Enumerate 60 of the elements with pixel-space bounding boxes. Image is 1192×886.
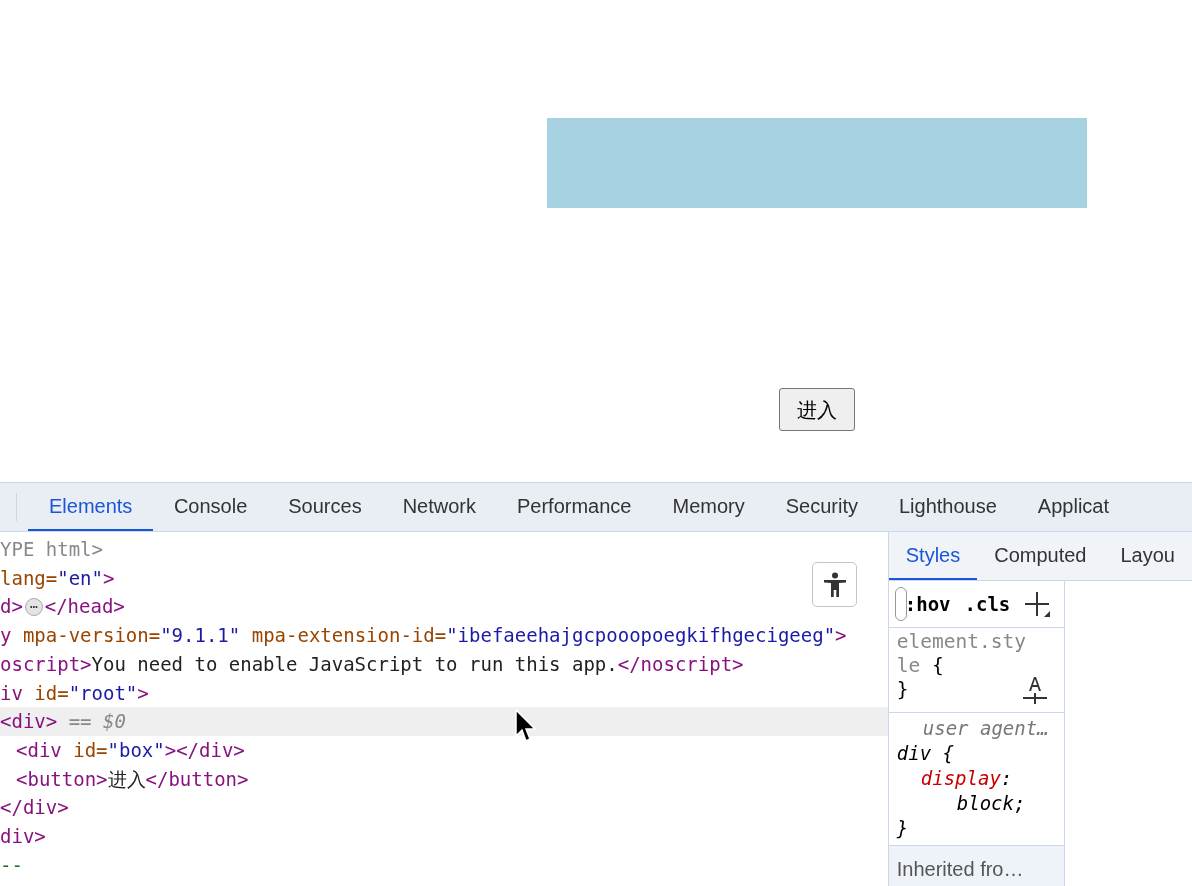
tag-text: </button>: [145, 766, 249, 792]
plus-icon[interactable]: [1024, 591, 1051, 617]
sidebar-tab[interactable]: Computed: [977, 532, 1104, 580]
devtools-tab[interactable]: Applicat: [1017, 483, 1130, 531]
comment-text: --: [0, 852, 23, 878]
content-text: 进入: [107, 766, 146, 792]
rule-origin[interactable]: user agent…: [896, 716, 1049, 741]
class-toggle[interactable]: .cls: [964, 589, 1011, 619]
attribute-value: "box": [107, 737, 165, 763]
tag-text: oscript>: [0, 651, 92, 677]
selected-row[interactable]: <div> == $0: [0, 707, 888, 736]
tag-text: ></div>: [164, 737, 245, 763]
attribute-value: "9.1.1": [160, 623, 241, 649]
devtools-tab[interactable]: Performance: [496, 483, 652, 531]
doctype-text: YPE html>: [0, 537, 103, 563]
tag-text: >: [137, 680, 149, 706]
enter-button[interactable]: 进入: [779, 388, 855, 431]
devtools-tab[interactable]: Sources: [267, 483, 383, 531]
tag-text: div>: [0, 823, 46, 849]
tag-text: y: [0, 623, 12, 649]
tag-text: >: [102, 565, 115, 591]
devtools-tab[interactable]: Console: [153, 483, 268, 531]
rule-selector: div {: [896, 741, 954, 766]
hover-toggle[interactable]: :hov: [904, 589, 951, 619]
tag-text: <button>: [16, 766, 108, 792]
devtools-tab[interactable]: Lighthouse: [878, 483, 1018, 531]
tag-text: iv: [0, 680, 23, 706]
doctype-text: ==: [67, 709, 93, 735]
tag-text: </div>: [0, 795, 69, 821]
node-reference: $0: [102, 709, 126, 735]
font-editor-icon[interactable]: [1021, 674, 1048, 704]
attribute-value: "root": [68, 680, 138, 706]
attribute-name: mpa-extension-id=: [250, 623, 447, 649]
content-text: You need to enable JavaScript to run this app.: [91, 651, 618, 677]
sidebar-tab[interactable]: Styles: [888, 532, 978, 580]
brace: }: [896, 816, 909, 841]
devtools-tab[interactable]: Memory: [652, 483, 766, 531]
devtools-tab[interactable]: Network: [382, 483, 497, 531]
attribute-value: "en": [57, 565, 103, 591]
attribute-name: mpa-version=: [21, 623, 161, 649]
devtools-tab[interactable]: Security: [765, 483, 879, 531]
expand-button[interactable]: ⋯: [24, 597, 43, 616]
tag-text: >: [835, 623, 847, 649]
tag-text: </noscript>: [617, 651, 744, 677]
attribute-value: "ibefaeehajgcpooopoegkifhgecigeeg": [446, 623, 836, 649]
tag-text: d>: [0, 594, 23, 620]
attribute-name: id=: [72, 737, 108, 763]
tag-text: <div>: [0, 709, 58, 735]
attribute-name: lang=: [0, 565, 58, 591]
attribute-name: id=: [33, 680, 69, 706]
rule-selector: element.style {: [896, 630, 1027, 678]
sidebar-tab[interactable]: Layou: [1103, 532, 1192, 580]
tag-text: </head>: [44, 594, 125, 620]
property-name[interactable]: display:: [896, 766, 1013, 791]
person-icon: [822, 571, 847, 598]
inherited-header: Inherited fro…: [896, 857, 1024, 882]
brace: }: [896, 678, 909, 702]
accessibility-button[interactable]: [812, 562, 857, 607]
property-value[interactable]: block;: [896, 791, 1026, 816]
tag-text: <div: [16, 737, 62, 763]
